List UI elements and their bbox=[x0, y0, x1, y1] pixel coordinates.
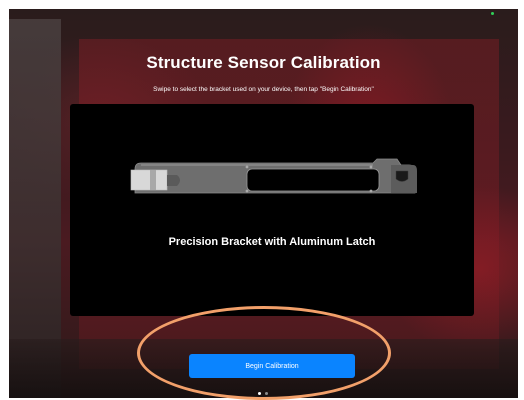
camera-indicator-dot bbox=[491, 12, 494, 15]
instruction-text: Swipe to select the bracket used on your… bbox=[153, 86, 374, 93]
bracket-illustration bbox=[130, 158, 417, 194]
sensor-window bbox=[246, 168, 380, 192]
screw-2 bbox=[245, 189, 249, 193]
latch-connector bbox=[167, 175, 180, 186]
screw-1 bbox=[245, 165, 249, 169]
aluminum-latch bbox=[130, 169, 168, 191]
screw-3 bbox=[369, 165, 373, 169]
end-cap-shield bbox=[395, 170, 409, 182]
annotation-highlight-circle bbox=[137, 306, 391, 400]
screw-4 bbox=[369, 189, 373, 193]
bracket-name: Precision Bracket with Aluminum Latch bbox=[168, 236, 376, 248]
latch-slot bbox=[150, 170, 156, 190]
bracket-card[interactable]: Precision Bracket with Aluminum Latch bbox=[70, 104, 474, 316]
page-title: Structure Sensor Calibration bbox=[146, 53, 381, 72]
